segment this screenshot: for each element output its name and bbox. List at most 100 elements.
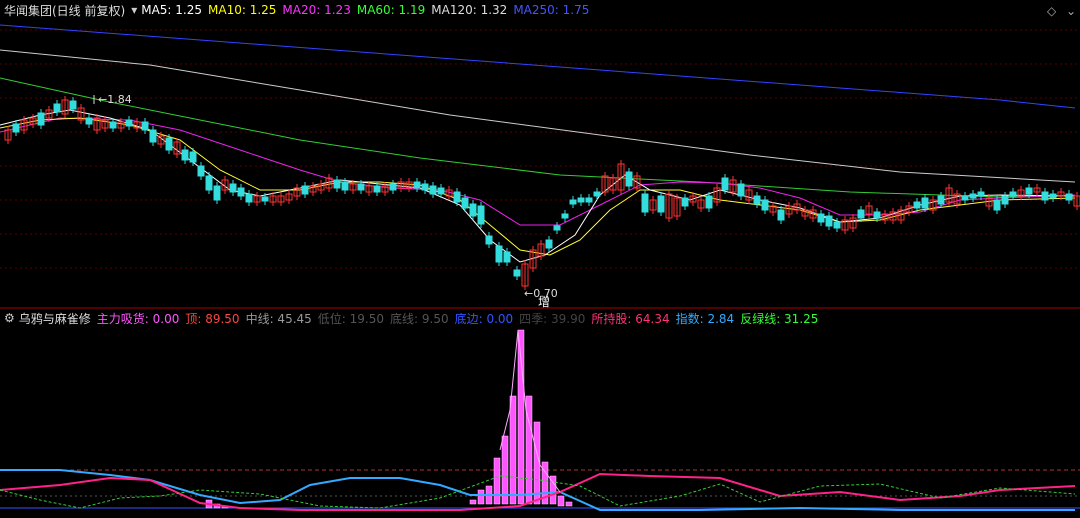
candle-body — [437, 187, 445, 195]
candle-body — [213, 185, 221, 201]
indicator-legend-item-2: 中线: 45.45 — [245, 311, 312, 326]
main-absorb-bar — [501, 435, 509, 505]
candle-body — [961, 195, 969, 201]
candle-body — [341, 181, 349, 191]
candle-body — [149, 129, 157, 143]
candle-body — [657, 195, 665, 213]
candle-body — [969, 193, 977, 199]
candle-body — [545, 239, 553, 249]
price-annotations: ←1.84←0.70增 — [93, 93, 558, 309]
candle-body — [301, 185, 309, 195]
candle-body — [569, 199, 577, 205]
candle-body — [1065, 193, 1073, 201]
indicator-legend-item-3: 低位: 19.50 — [317, 311, 385, 326]
candle-body — [141, 121, 149, 131]
main-absorb-bar — [509, 395, 517, 505]
candle-body — [625, 171, 633, 187]
collapse-icon[interactable]: ⌄ — [1066, 4, 1076, 18]
candle-body — [261, 196, 269, 202]
candle-body — [1041, 191, 1049, 201]
indicator-legend-item-0: 主力吸货: 0.00 — [96, 311, 180, 326]
candle-body — [721, 177, 729, 191]
candle-body — [705, 195, 713, 209]
candlesticks — [4, 96, 1080, 290]
candle-body — [37, 112, 45, 126]
candle-body — [503, 251, 511, 263]
indicator-legend: 主力吸货: 0.00 顶: 89.50 中线: 45.45 低位: 19.50 底线: … — [97, 310, 825, 327]
stock-title[interactable]: 华闻集团(日线 前复权) — [4, 2, 125, 19]
main-absorb-bar — [469, 499, 477, 505]
candle-body — [469, 203, 477, 217]
candle-body — [12, 123, 20, 133]
candle-body — [165, 137, 173, 151]
indicator-legend-item-4: 底线: 9.50 — [390, 311, 449, 326]
ma-legend-item-4: MA120: 1.32 — [431, 3, 508, 17]
candle-body — [561, 213, 569, 219]
candle-body — [921, 197, 929, 209]
candle-body — [681, 197, 689, 207]
indicator-title[interactable]: 乌鸦与麻雀修 — [19, 310, 91, 327]
candle-body — [237, 187, 245, 197]
candle-body — [937, 195, 945, 205]
high-price-label: ←1.84 — [98, 93, 132, 106]
candle-body — [389, 183, 397, 191]
main-absorb-bar — [557, 495, 565, 507]
candle-body — [777, 209, 785, 221]
indicator-header: ⚙ 乌鸦与麻雀修 主力吸货: 0.00 顶: 89.50 中线: 45.45 低位: … — [0, 308, 1080, 328]
expand-icon[interactable]: ◇ — [1047, 4, 1056, 18]
candle-body — [993, 199, 1001, 211]
signal-marker-label: 增 — [538, 295, 550, 309]
candle-body — [833, 221, 841, 229]
indicator-legend-item-1: 顶: 89.50 — [185, 311, 240, 326]
candle-body — [1049, 193, 1057, 199]
candle-body — [197, 165, 205, 177]
candle-body — [761, 199, 769, 211]
candle-body — [737, 183, 745, 197]
candle-body — [181, 149, 189, 161]
candle-body — [125, 119, 133, 127]
candle-body — [461, 197, 469, 209]
ma-legend-item-1: MA10: 1.25 — [208, 3, 277, 17]
chart-canvas: ←1.84←0.70增 — [0, 24, 1080, 511]
indicator-legend-item-7: 所持股: 64.34 — [591, 311, 670, 326]
candle-body — [857, 209, 865, 219]
candle-body — [641, 193, 649, 213]
candle-body — [513, 269, 521, 277]
candle-body — [477, 205, 485, 225]
candle-body — [1009, 191, 1017, 197]
candle-body — [421, 183, 429, 191]
candle-body — [413, 181, 421, 189]
ma-legend-item-5: MA250: 1.75 — [513, 3, 590, 17]
candle-body — [577, 197, 585, 203]
candle-body — [817, 213, 825, 223]
main-chart-header: 华闻集团(日线 前复权) ▾ MA5: 1.25 MA10: 1.25 MA20: … — [0, 0, 1080, 20]
indicator-legend-item-8: 指数: 2.84 — [675, 311, 735, 326]
ma-legend-item-0: MA5: 1.25 — [141, 3, 202, 17]
candle-body — [977, 191, 985, 197]
candle-body — [753, 195, 761, 205]
main-absorb-bar — [477, 489, 485, 505]
indicator-plot — [0, 329, 1080, 511]
candle-body — [825, 215, 833, 227]
candle-body — [913, 201, 921, 209]
indicator-legend-item-6: 四季: 39.90 — [519, 311, 586, 326]
candle-body — [53, 103, 61, 113]
indicator-settings-icon[interactable]: ⚙ — [4, 311, 15, 325]
ma-legend-item-3: MA60: 1.19 — [356, 3, 426, 17]
candle-body — [1001, 195, 1009, 205]
candle-body — [109, 121, 117, 129]
candle-body — [585, 197, 593, 203]
candle-body — [357, 183, 365, 191]
main-absorb-bar — [493, 457, 501, 505]
indicator-legend-item-5: 底边: 0.00 — [454, 311, 514, 326]
main-absorb-bar — [565, 501, 573, 507]
ma-legend-item-2: MA20: 1.23 — [282, 3, 351, 17]
candle-body — [333, 179, 341, 189]
candle-body — [85, 117, 93, 125]
candle-body — [69, 100, 77, 110]
candle-body — [429, 185, 437, 195]
candle-body — [873, 211, 881, 219]
candle-body — [205, 175, 213, 191]
candle-body — [229, 183, 237, 193]
settings-icon[interactable]: ▾ — [131, 3, 137, 17]
